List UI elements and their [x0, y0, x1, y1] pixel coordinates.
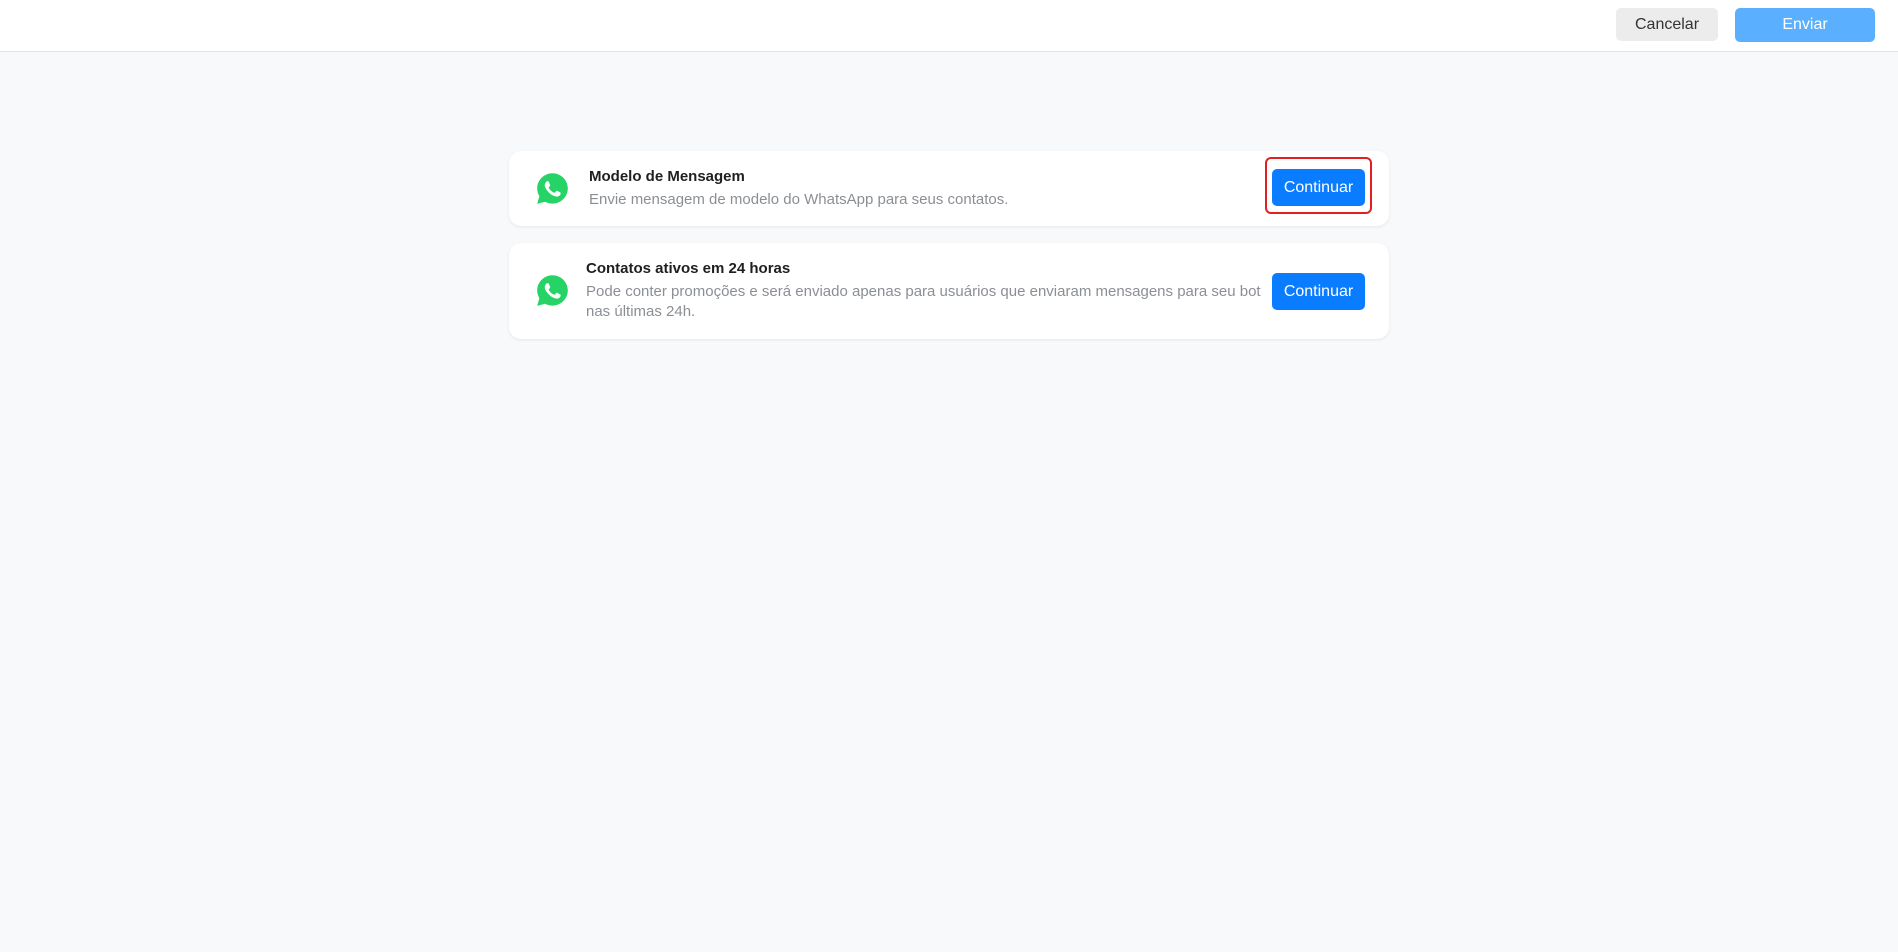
cancel-button[interactable]: Cancelar: [1616, 8, 1718, 41]
top-bar: Cancelar Enviar: [0, 0, 1898, 52]
option-title: Contatos ativos em 24 horas: [586, 260, 791, 277]
option-card-template-message: Modelo de Mensagem Envie mensagem de mod…: [509, 151, 1389, 226]
whatsapp-icon: [537, 173, 568, 204]
send-button[interactable]: Enviar: [1735, 8, 1875, 42]
continue-button[interactable]: Continuar: [1272, 273, 1365, 310]
option-card-active-24h: Contatos ativos em 24 horas Pode conter …: [509, 243, 1389, 339]
option-title: Modelo de Mensagem: [589, 168, 745, 185]
option-description: Pode conter promoções e será enviado ape…: [586, 283, 1261, 320]
whatsapp-icon: [537, 275, 568, 306]
continue-button[interactable]: Continuar: [1272, 169, 1365, 206]
option-description: Envie mensagem de modelo do WhatsApp par…: [589, 191, 1009, 208]
